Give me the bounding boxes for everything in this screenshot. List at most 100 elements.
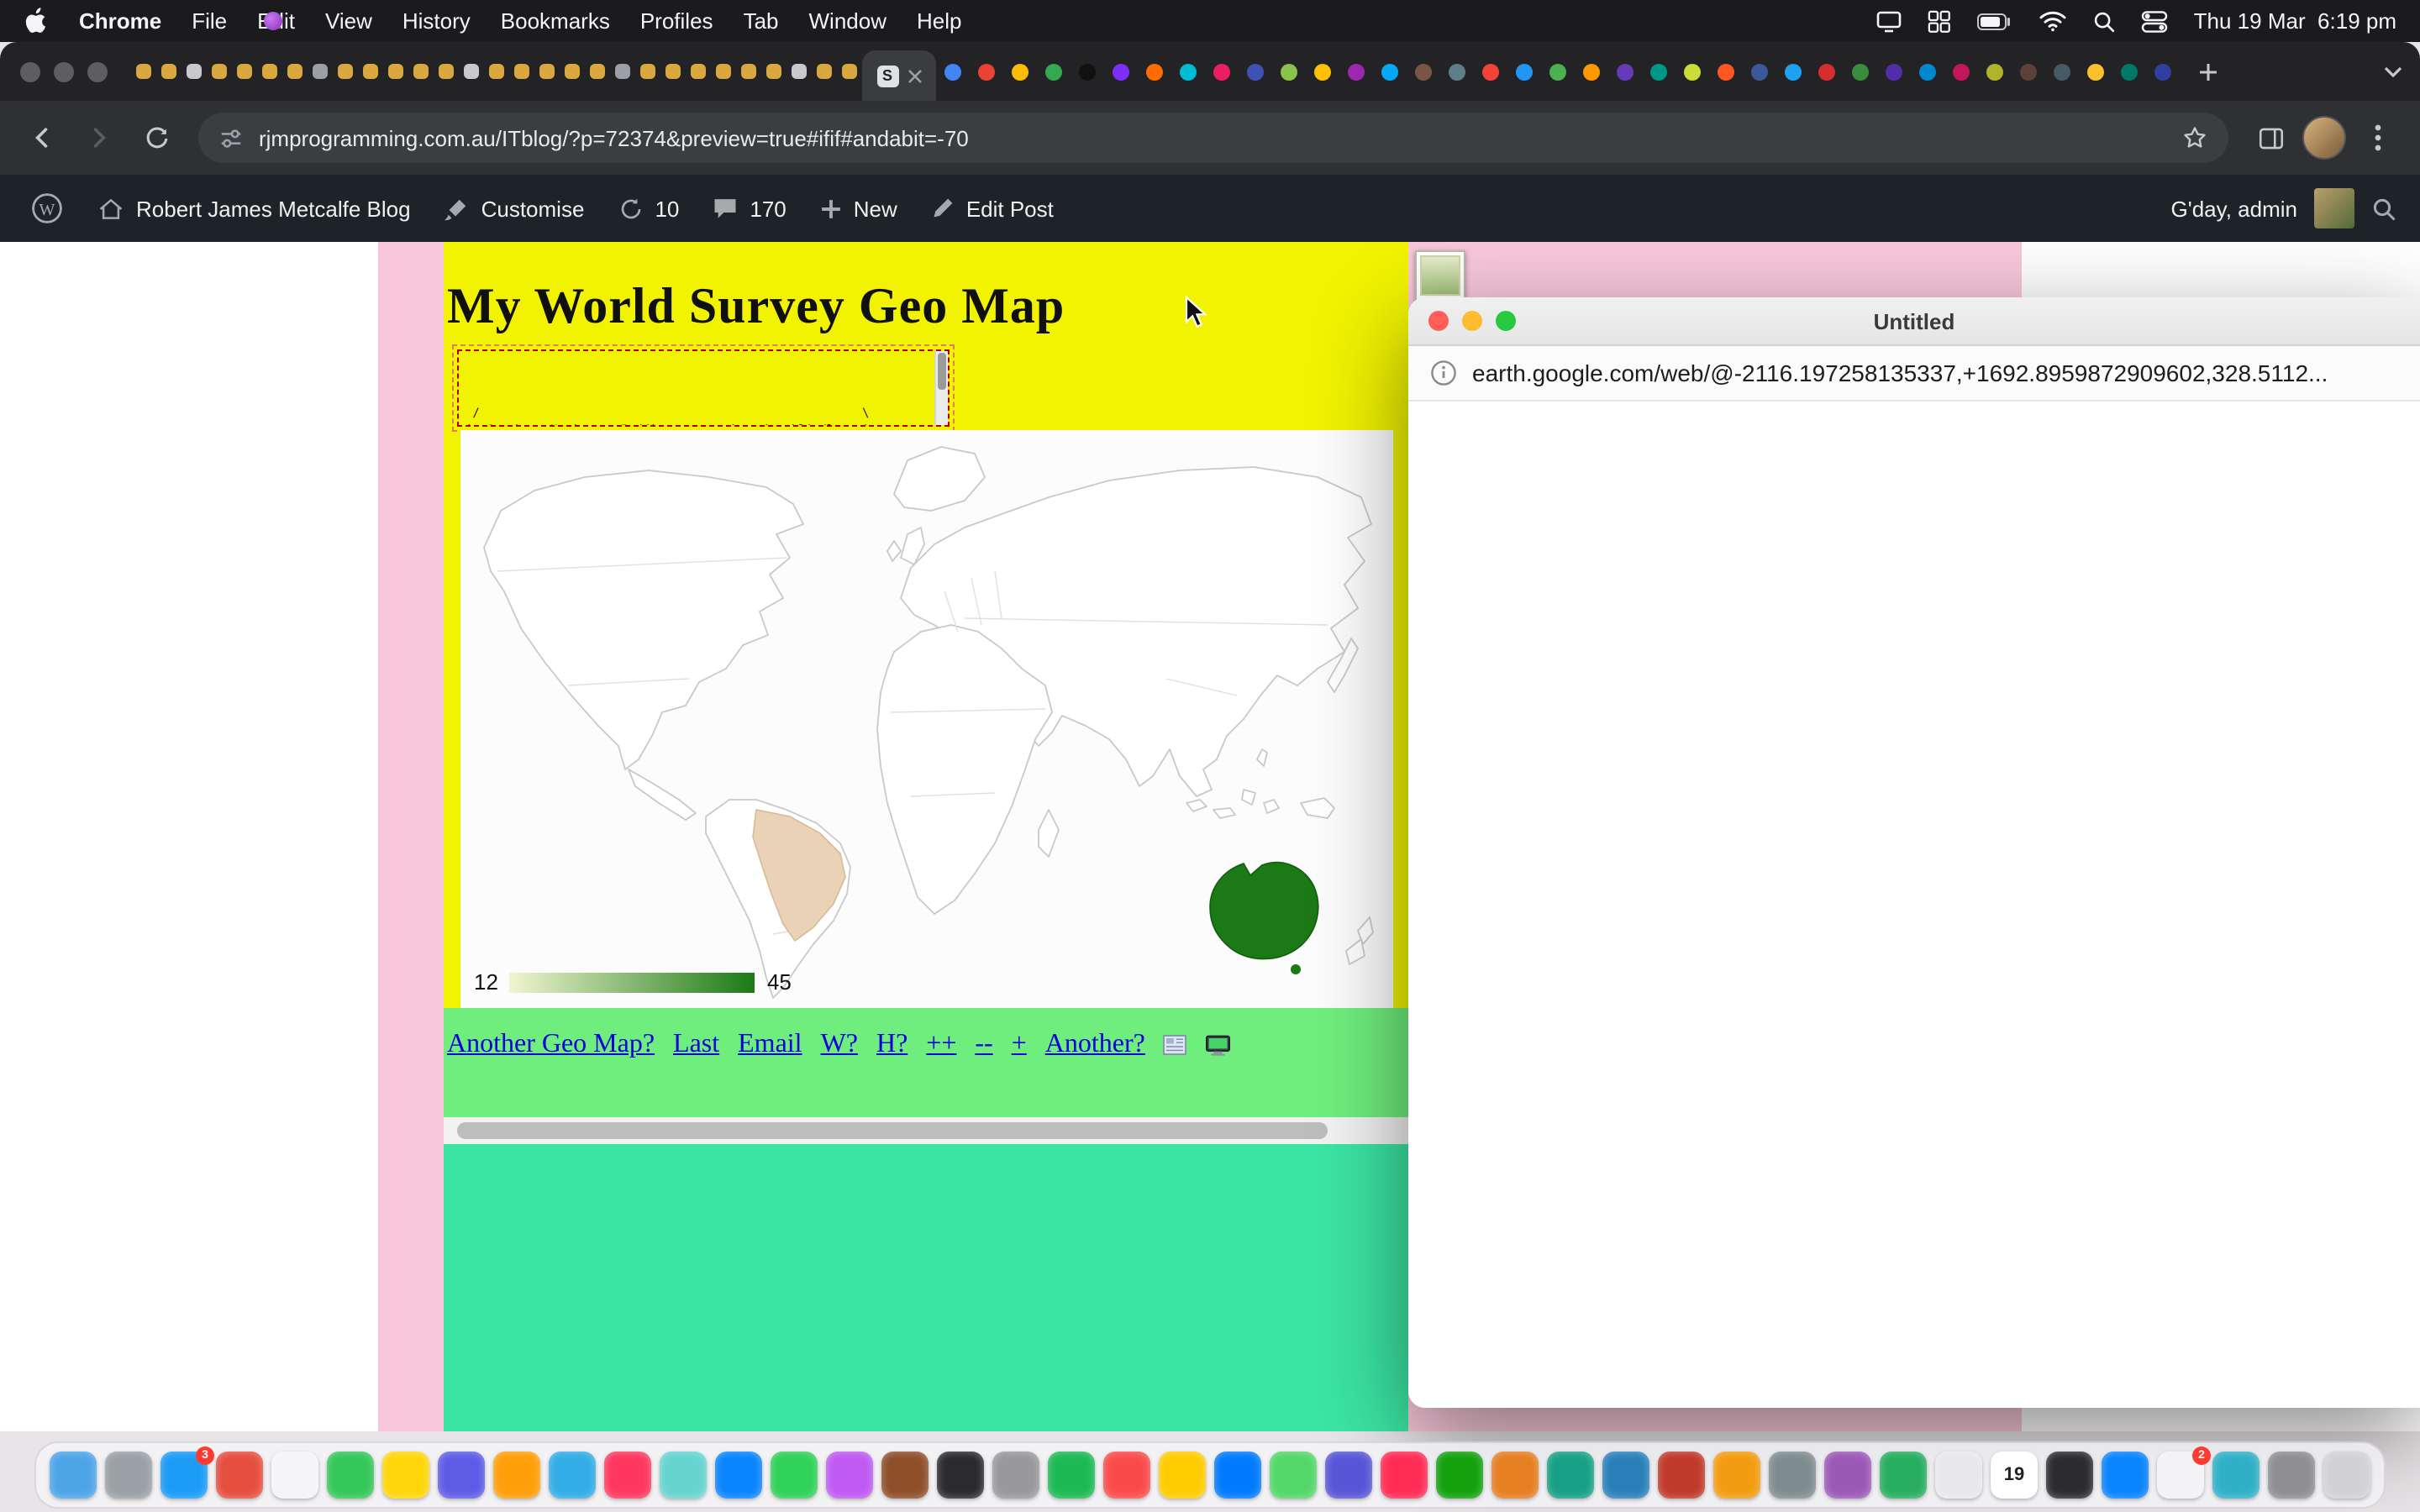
- display-mirroring-icon[interactable]: [1876, 9, 1903, 33]
- dock-app-icon[interactable]: [382, 1452, 429, 1499]
- dock-app-icon[interactable]: [1602, 1452, 1649, 1499]
- browser-tab[interactable]: [333, 48, 358, 95]
- newspaper-icon[interactable]: [1164, 1035, 1187, 1055]
- menu-item[interactable]: Profiles: [640, 8, 713, 34]
- browser-tab[interactable]: [1239, 48, 1272, 95]
- page-link[interactable]: H?: [876, 1030, 908, 1060]
- browser-tab[interactable]: [257, 48, 282, 95]
- tab-search-chevron-icon[interactable]: [2366, 65, 2420, 78]
- browser-tab[interactable]: [1776, 48, 1810, 95]
- dock-app-icon[interactable]: [493, 1452, 540, 1499]
- site-settings-icon[interactable]: [218, 125, 244, 150]
- browser-tab[interactable]: [585, 48, 610, 95]
- page-link[interactable]: ++: [926, 1030, 956, 1060]
- browser-tab[interactable]: [1138, 48, 1171, 95]
- dock-app-icon[interactable]: [271, 1452, 318, 1499]
- dock-app-icon[interactable]: [1547, 1452, 1594, 1499]
- page-link[interactable]: --: [975, 1030, 992, 1060]
- menu-item[interactable]: Help: [917, 8, 962, 34]
- dock-app-icon[interactable]: [327, 1452, 374, 1499]
- wp-edit-post-menu[interactable]: Edit Post: [914, 175, 1071, 242]
- wp-greeting[interactable]: G'day, admin: [2171, 196, 2297, 221]
- dock-app-icon[interactable]: [1325, 1452, 1372, 1499]
- browser-tab[interactable]: [1373, 48, 1407, 95]
- popup-title-bar[interactable]: Untitled: [1408, 297, 2420, 346]
- menu-item[interactable]: Window: [809, 8, 887, 34]
- dock-app-icon[interactable]: [1436, 1452, 1483, 1499]
- page-link[interactable]: +: [1012, 1030, 1027, 1060]
- page-link[interactable]: Last: [673, 1030, 719, 1060]
- browser-tab[interactable]: [1541, 48, 1575, 95]
- browser-tab[interactable]: [1339, 48, 1373, 95]
- new-tab-button[interactable]: [2186, 50, 2230, 93]
- menu-item[interactable]: File: [192, 8, 227, 34]
- dock-app-icon[interactable]: [50, 1452, 97, 1499]
- browser-tab[interactable]: [1037, 48, 1071, 95]
- menu-bar-clock[interactable]: Thu 19 Mar 6:19 pm: [2194, 8, 2396, 34]
- browser-tab[interactable]: [1642, 48, 1676, 95]
- browser-tab[interactable]: [1911, 48, 1944, 95]
- browser-tab[interactable]: [484, 48, 509, 95]
- dock-app-icon[interactable]: [216, 1452, 263, 1499]
- browser-tab[interactable]: [936, 48, 970, 95]
- browser-tab[interactable]: [408, 48, 434, 95]
- browser-tab[interactable]: [2146, 48, 2180, 95]
- browser-tab[interactable]: [1877, 48, 1911, 95]
- dock-app-icon[interactable]: [826, 1452, 873, 1499]
- dock-app-icon[interactable]: [1381, 1452, 1428, 1499]
- browser-tab[interactable]: [761, 48, 786, 95]
- browser-tab[interactable]: [1272, 48, 1306, 95]
- browser-tab[interactable]: [635, 48, 660, 95]
- popup-url-text[interactable]: earth.google.com/web/@-2116.197258135337…: [1472, 360, 2328, 386]
- dock-app-icon[interactable]: [1270, 1452, 1317, 1499]
- browser-tab[interactable]: [711, 48, 736, 95]
- browser-tab[interactable]: [534, 48, 560, 95]
- browser-menu-kebab-icon[interactable]: [2353, 113, 2403, 163]
- browser-tab[interactable]: [1709, 48, 1743, 95]
- browser-tab[interactable]: [686, 48, 711, 95]
- dock-app-icon[interactable]: [1214, 1452, 1261, 1499]
- dock-app-icon[interactable]: [2268, 1452, 2315, 1499]
- browser-tab[interactable]: [2012, 48, 2045, 95]
- wp-logo-icon[interactable]: W: [13, 175, 81, 242]
- browser-tab[interactable]: [1810, 48, 1844, 95]
- wp-user-avatar[interactable]: [2314, 188, 2354, 228]
- dock-app-icon[interactable]: [937, 1452, 984, 1499]
- page-link[interactable]: Another Geo Map?: [447, 1030, 655, 1060]
- active-app-name[interactable]: Chrome: [79, 8, 161, 34]
- browser-tab[interactable]: [2112, 48, 2146, 95]
- dock-app-icon[interactable]: 19: [1991, 1452, 2038, 1499]
- dock-app-icon[interactable]: [105, 1452, 152, 1499]
- menu-item[interactable]: Bookmarks: [501, 8, 610, 34]
- browser-tab[interactable]: [1440, 48, 1474, 95]
- browser-tab[interactable]: [1003, 48, 1037, 95]
- dock-app-icon[interactable]: [2102, 1452, 2149, 1499]
- menu-item[interactable]: History: [402, 8, 471, 34]
- textarea-scrollbar-thumb[interactable]: [938, 353, 946, 390]
- window-tiles-icon[interactable]: [1928, 9, 1952, 33]
- browser-tab[interactable]: [207, 48, 232, 95]
- browser-tab[interactable]: [1171, 48, 1205, 95]
- wp-site-menu[interactable]: Robert James Metcalfe Blog: [81, 175, 428, 242]
- browser-tab[interactable]: [837, 48, 862, 95]
- browser-tab[interactable]: [736, 48, 761, 95]
- browser-tab[interactable]: [1944, 48, 1978, 95]
- wp-comments-menu[interactable]: 170: [696, 175, 802, 242]
- dock-app-icon[interactable]: 3: [160, 1452, 208, 1499]
- battery-icon[interactable]: [1977, 11, 2014, 31]
- dock-app-icon[interactable]: [1658, 1452, 1705, 1499]
- browser-tab[interactable]: [1071, 48, 1104, 95]
- dock-app-icon[interactable]: [2212, 1452, 2260, 1499]
- browser-tab[interactable]: [660, 48, 686, 95]
- browser-tab[interactable]: [1104, 48, 1138, 95]
- dock-app-icon[interactable]: [1935, 1452, 1982, 1499]
- browser-tab[interactable]: [1507, 48, 1541, 95]
- browser-tab[interactable]: [131, 48, 156, 95]
- dock-app-icon[interactable]: [2046, 1452, 2093, 1499]
- menu-item[interactable]: View: [325, 8, 372, 34]
- wp-new-menu[interactable]: New: [803, 175, 914, 242]
- browser-tab[interactable]: [1608, 48, 1642, 95]
- computer-icon[interactable]: [1206, 1034, 1233, 1056]
- bookmark-star-icon[interactable]: [2181, 124, 2208, 151]
- wifi-icon[interactable]: [2039, 10, 2068, 32]
